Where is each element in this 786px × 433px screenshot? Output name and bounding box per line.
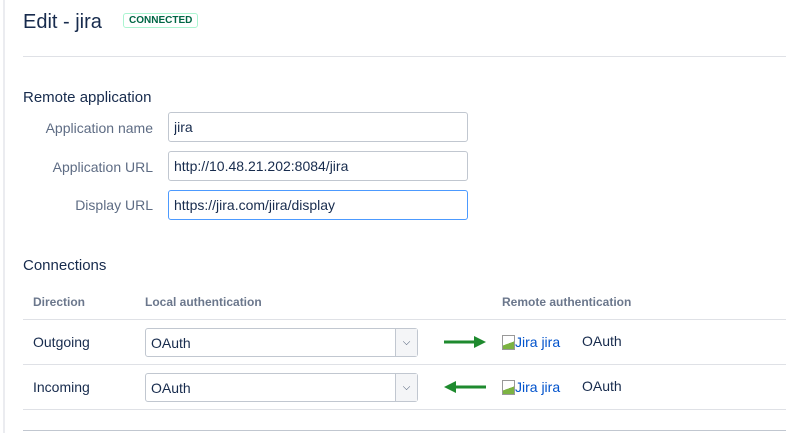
- left-border: [3, 0, 5, 433]
- direction-cell: Incoming: [33, 379, 90, 395]
- selected-value: OAuth: [151, 380, 191, 396]
- column-header-remote-auth: Remote authentication: [502, 295, 632, 309]
- remote-app-image: Jira jira: [502, 334, 560, 350]
- row-divider: [23, 364, 786, 365]
- display-url-label: Display URL: [75, 197, 153, 213]
- row-divider: [23, 409, 786, 410]
- application-name-input[interactable]: [168, 112, 468, 142]
- application-url-label: Application URL: [52, 159, 153, 175]
- table-divider: [23, 319, 786, 320]
- local-auth-select[interactable]: OAuth ⌵: [145, 373, 418, 402]
- divider: [23, 56, 786, 57]
- remote-auth-cell: OAuth: [582, 333, 622, 349]
- arrow-left-icon: [444, 381, 486, 393]
- remote-auth-cell: OAuth: [582, 378, 622, 394]
- local-auth-select[interactable]: OAuth ⌵: [145, 328, 418, 357]
- broken-image-icon: [502, 380, 515, 395]
- chevron-down-icon: ⌵: [395, 329, 417, 356]
- section-heading-connections: Connections: [23, 257, 107, 274]
- direction-cell: Outgoing: [33, 334, 90, 350]
- application-name-label: Application name: [45, 120, 153, 136]
- status-badge: CONNECTED: [123, 13, 199, 28]
- chevron-down-icon: ⌵: [395, 374, 417, 401]
- broken-image-icon: [502, 335, 515, 350]
- bottom-divider: [23, 430, 786, 431]
- page-title: Edit - jira: [23, 11, 102, 33]
- remote-app-image: Jira jira: [502, 379, 560, 395]
- display-url-input[interactable]: [168, 190, 468, 220]
- arrow-right-icon: [444, 336, 486, 348]
- selected-value: OAuth: [151, 335, 191, 351]
- column-header-local-auth: Local authentication: [145, 295, 262, 309]
- application-url-input[interactable]: [168, 151, 468, 181]
- section-heading-remote-application: Remote application: [23, 89, 152, 106]
- column-header-direction: Direction: [33, 295, 86, 309]
